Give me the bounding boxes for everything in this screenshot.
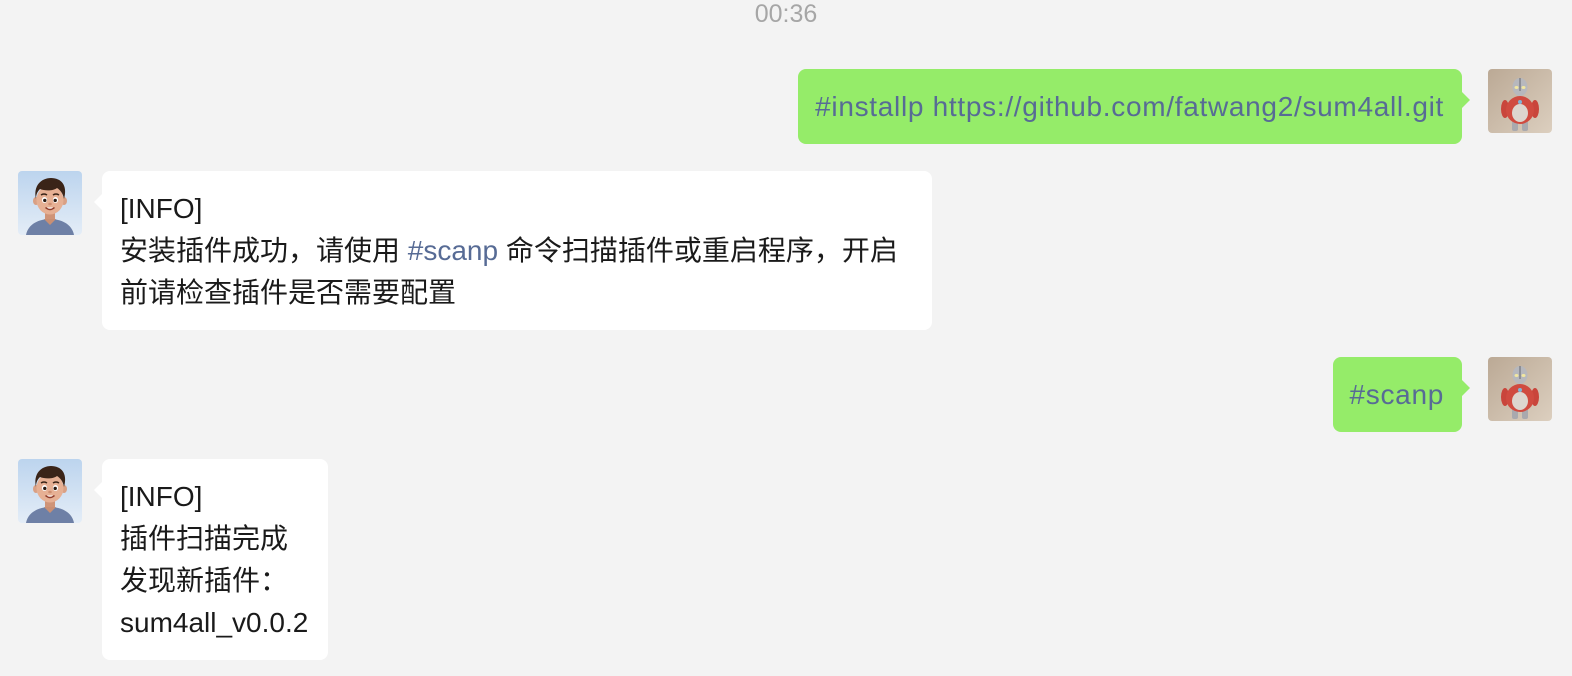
cartoon-boy-avatar-icon — [18, 459, 82, 523]
figure-eye-right — [1521, 374, 1526, 377]
figure-head-crest — [1519, 366, 1521, 379]
my-avatar[interactable] — [1488, 357, 1552, 421]
cartoon-boy-avatar-icon — [18, 171, 82, 235]
contact-avatar[interactable] — [18, 171, 82, 235]
ultraman-figure-avatar-icon — [1488, 357, 1552, 421]
figure-eye-left — [1514, 374, 1519, 377]
contact-avatar[interactable] — [18, 459, 82, 523]
install-command-link[interactable]: #installp https://github.com/fatwang2/su… — [815, 91, 1444, 122]
message-line: [INFO] — [120, 193, 203, 224]
message-paragraph: 安装插件成功，请使用 #scanp 命令扫描插件或重启程序，开启前请检查插件是否… — [120, 230, 912, 314]
message-row-sent: #scanp — [0, 357, 1572, 432]
scanp-command-link[interactable]: #scanp — [1350, 379, 1445, 410]
message-text-segment: 安装插件成功，请使用 — [120, 235, 408, 266]
message-row-received: [INFO] 插件扫描完成 发现新插件： sum4all_v0.0.2 — [0, 459, 1572, 660]
ultraman-figure-avatar-icon — [1488, 69, 1552, 133]
message-row-received: [INFO] 安装插件成功，请使用 #scanp 命令扫描插件或重启程序，开启前… — [0, 171, 1572, 330]
avatar-nose — [48, 490, 52, 494]
avatar-pupil-left — [43, 486, 47, 491]
avatar-pupil-right — [53, 198, 57, 203]
avatar-pupil-right — [53, 486, 57, 491]
figure-color-timer — [1518, 388, 1522, 392]
message-line: 发现新插件： — [120, 565, 289, 596]
avatar-nose — [48, 202, 52, 206]
figure-eye-right — [1521, 86, 1526, 89]
figure-belly — [1512, 104, 1528, 122]
chat-message-list[interactable]: 00:36 #installp https://github.com/fatwa… — [0, 0, 1572, 676]
avatar-mouth — [45, 206, 55, 211]
message-bubble[interactable]: [INFO] 插件扫描完成 发现新插件： sum4all_v0.0.2 — [93, 459, 329, 660]
figure-head-crest — [1519, 78, 1521, 91]
scanp-command-link[interactable]: #scanp — [408, 235, 498, 266]
figure-eye-left — [1514, 86, 1519, 89]
figure-belly — [1512, 392, 1528, 410]
message-timestamp: 00:36 — [754, 0, 818, 28]
message-bubble[interactable]: #scanp — [1332, 357, 1470, 432]
avatar-mouth — [45, 494, 55, 499]
message-line: 插件扫描完成 — [120, 523, 289, 554]
message-bubble[interactable]: #installp https://github.com/fatwang2/su… — [798, 69, 1470, 144]
message-line: [INFO] — [120, 481, 203, 512]
message-line: sum4all_v0.0.2 — [120, 607, 309, 638]
figure-color-timer — [1518, 100, 1522, 104]
avatar-pupil-left — [43, 198, 47, 203]
my-avatar[interactable] — [1488, 69, 1552, 133]
message-bubble[interactable]: [INFO] 安装插件成功，请使用 #scanp 命令扫描插件或重启程序，开启前… — [94, 171, 932, 330]
message-row-sent: #installp https://github.com/fatwang2/su… — [0, 69, 1572, 144]
